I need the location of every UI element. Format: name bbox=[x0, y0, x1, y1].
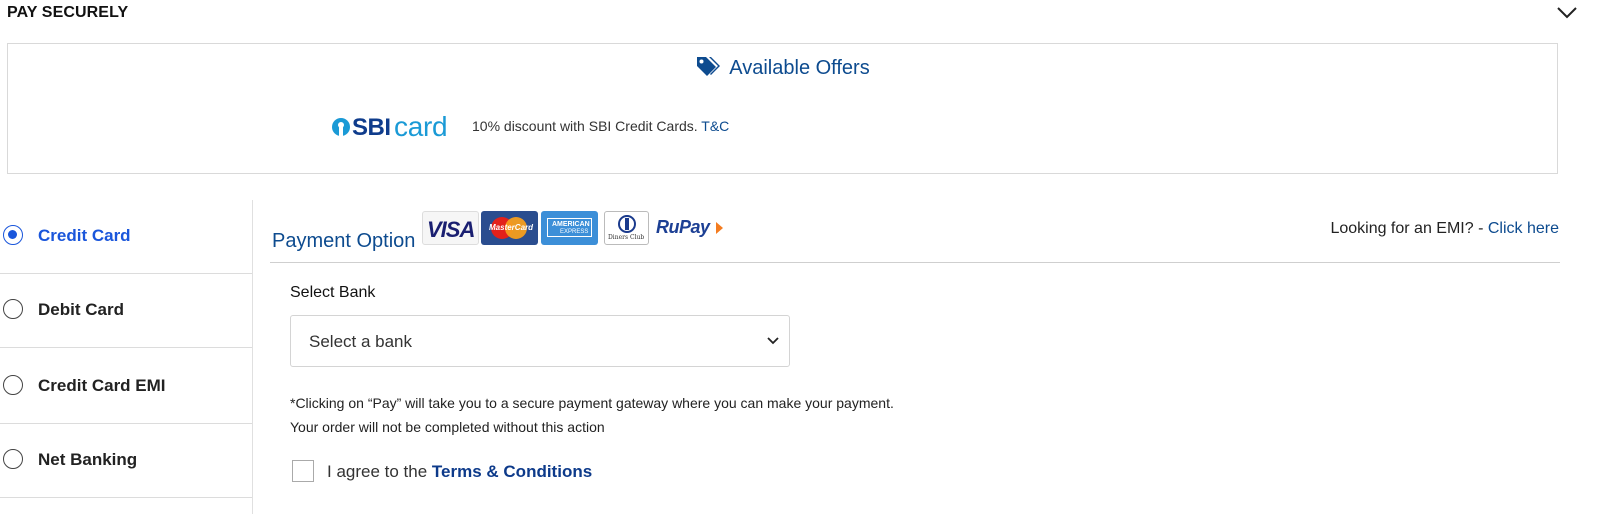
method-credit-card-emi[interactable]: Credit Card EMI bbox=[0, 350, 252, 424]
method-debit-card[interactable]: Debit Card bbox=[0, 274, 252, 348]
offer-description: 10% discount with SBI Credit Cards. T&C bbox=[472, 118, 729, 134]
radio-debit-card[interactable] bbox=[3, 299, 23, 319]
terms-checkbox[interactable] bbox=[292, 460, 314, 482]
offers-panel: Available Offers SBI card 10% discount w… bbox=[7, 43, 1558, 174]
sbi-logo-text: SBI bbox=[352, 114, 391, 141]
radio-credit-card-emi[interactable] bbox=[3, 375, 23, 395]
payment-method-menu: Credit Card Debit Card Credit Card EMI N… bbox=[0, 200, 253, 514]
order-note: Your order will not be completed without… bbox=[290, 419, 605, 435]
rupay-text: RuPay bbox=[656, 217, 710, 237]
tags-icon bbox=[697, 57, 721, 76]
pay-note: *Clicking on “Pay” will take you to a se… bbox=[290, 395, 894, 411]
method-label: Debit Card bbox=[38, 300, 124, 319]
amex-text-2: EXPRESS bbox=[560, 229, 589, 235]
diners-text: Diners Club bbox=[608, 234, 645, 241]
emi-prompt-text: Looking for an EMI? - bbox=[1330, 220, 1484, 237]
chevron-down-icon bbox=[767, 337, 779, 345]
section-title: PAY SECURELY bbox=[7, 4, 129, 21]
mastercard-logo: MasterCard bbox=[481, 211, 538, 245]
visa-text: VISA bbox=[427, 217, 475, 242]
chevron-down-icon[interactable] bbox=[1556, 4, 1578, 20]
amex-logo: AMERICAN EXPRESS bbox=[541, 211, 598, 245]
sbi-icon bbox=[332, 118, 350, 136]
sbi-card-logo: SBI card bbox=[332, 111, 450, 142]
offer-text: 10% discount with SBI Credit Cards. bbox=[472, 118, 698, 134]
terms-agree-text: I agree to the bbox=[327, 462, 428, 481]
payment-page: PAY SECURELY Available Offers SBI card 1… bbox=[0, 0, 1598, 514]
radio-credit-card[interactable] bbox=[3, 225, 23, 245]
method-credit-card[interactable]: Credit Card bbox=[0, 200, 252, 274]
bank-select[interactable]: Select a bank bbox=[290, 315, 790, 367]
method-label: Net Banking bbox=[38, 450, 138, 469]
visa-logo: VISA bbox=[422, 211, 479, 245]
emi-click-here-link[interactable]: Click here bbox=[1488, 220, 1559, 237]
terms-conditions-link[interactable]: Terms & Conditions bbox=[432, 462, 592, 481]
rupay-logo: RuPay bbox=[654, 211, 724, 245]
emi-prompt: Looking for an EMI? - Click here bbox=[1330, 220, 1559, 238]
method-label: Credit Card EMI bbox=[38, 376, 166, 395]
terms-agreement: I agree to the Terms & Conditions bbox=[327, 462, 592, 482]
offers-title: Available Offers bbox=[729, 57, 870, 79]
divider bbox=[270, 262, 1560, 263]
select-bank-label: Select Bank bbox=[290, 284, 376, 301]
mastercard-text: MasterCard bbox=[489, 223, 534, 232]
method-label: Credit Card bbox=[38, 226, 131, 245]
offers-heading: Available Offers bbox=[8, 55, 1557, 80]
card-logo-text: card bbox=[394, 111, 448, 142]
offer-terms-link[interactable]: T&C bbox=[701, 118, 729, 134]
amex-text-1: AMERICAN bbox=[552, 221, 590, 228]
bank-select-value: Select a bank bbox=[309, 332, 413, 351]
radio-net-banking[interactable] bbox=[3, 449, 23, 469]
method-net-banking[interactable]: Net Banking bbox=[0, 424, 252, 498]
payment-option-title: Payment Option bbox=[272, 230, 416, 252]
diners-club-logo: Diners Club bbox=[604, 211, 649, 245]
